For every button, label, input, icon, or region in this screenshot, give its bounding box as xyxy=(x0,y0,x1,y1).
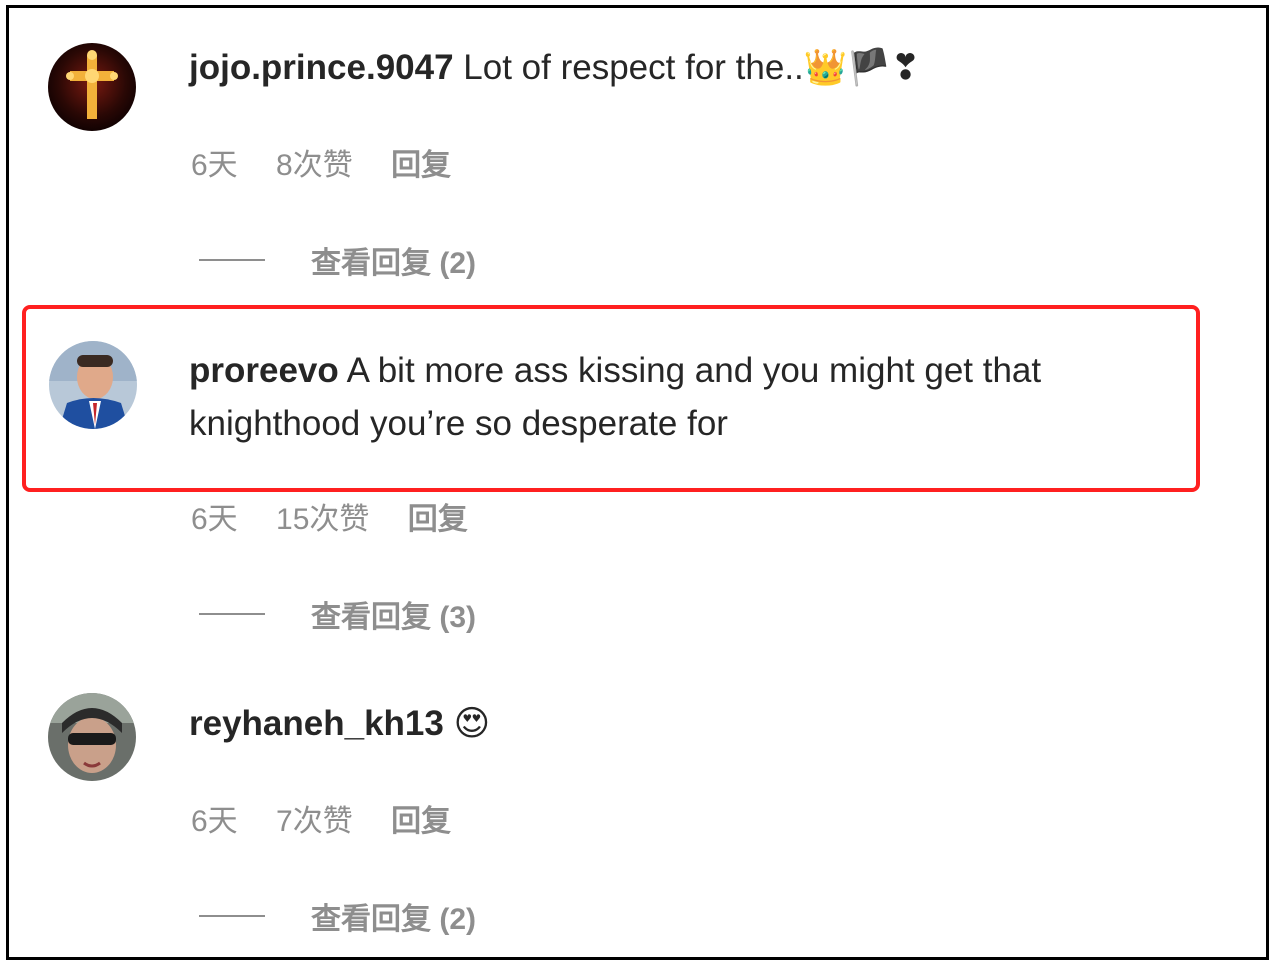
reply-button[interactable]: 回复 xyxy=(391,149,451,182)
comment-meta: 6天 15次赞 回复 xyxy=(191,494,498,538)
avatar[interactable] xyxy=(49,341,137,429)
timestamp: 6天 xyxy=(191,149,238,182)
view-replies-label: 查看回复 (2) xyxy=(311,903,476,936)
comment-body-continued: knighthood you’re so desperate for xyxy=(189,397,728,450)
view-replies-label: 查看回复 (3) xyxy=(311,601,476,634)
comment-text-line1: A bit more ass kissing and you might get… xyxy=(346,351,1042,390)
like-count[interactable]: 7次赞 xyxy=(276,805,353,838)
profile-photo-icon xyxy=(48,693,136,781)
comment-body: reyhaneh_kh13 😍 xyxy=(189,697,490,751)
crown-flag-emoji-icon: 👑🏴❣ xyxy=(803,48,921,88)
reply-button[interactable]: 回复 xyxy=(391,805,451,838)
profile-photo-icon xyxy=(49,341,137,429)
username[interactable]: proreevo xyxy=(189,351,339,390)
view-replies-button[interactable]: 查看回复 (2) xyxy=(199,238,476,282)
username[interactable]: jojo.prince.9047 xyxy=(189,48,454,87)
like-count[interactable]: 8次赞 xyxy=(276,149,353,182)
comment-body: proreevo A bit more ass kissing and you … xyxy=(189,344,1041,397)
divider-dash xyxy=(199,259,265,261)
divider-dash xyxy=(199,613,265,615)
avatar[interactable] xyxy=(48,43,136,131)
comment-meta: 6天 7次赞 回复 xyxy=(191,796,481,840)
comment-body: jojo.prince.9047 Lot of respect for the.… xyxy=(189,41,920,95)
heart-eyes-emoji-icon: 😍 xyxy=(453,704,491,744)
view-replies-button[interactable]: 查看回复 (3) xyxy=(199,592,476,636)
comments-panel: jojo.prince.9047 Lot of respect for the.… xyxy=(6,5,1269,960)
comment-text-line2: knighthood you’re so desperate for xyxy=(189,404,728,443)
timestamp: 6天 xyxy=(191,503,238,536)
divider-dash xyxy=(199,915,265,917)
like-count[interactable]: 15次赞 xyxy=(276,503,369,536)
timestamp: 6天 xyxy=(191,805,238,838)
comment-meta: 6天 8次赞 回复 xyxy=(191,140,481,184)
comment-text: Lot of respect for the.. xyxy=(463,48,804,87)
reply-button[interactable]: 回复 xyxy=(408,503,468,536)
username[interactable]: reyhaneh_kh13 xyxy=(189,704,444,743)
avatar[interactable] xyxy=(48,693,136,781)
view-replies-button[interactable]: 查看回复 (2) xyxy=(199,894,476,938)
cross-avatar-icon xyxy=(48,43,136,131)
view-replies-label: 查看回复 (2) xyxy=(311,247,476,280)
